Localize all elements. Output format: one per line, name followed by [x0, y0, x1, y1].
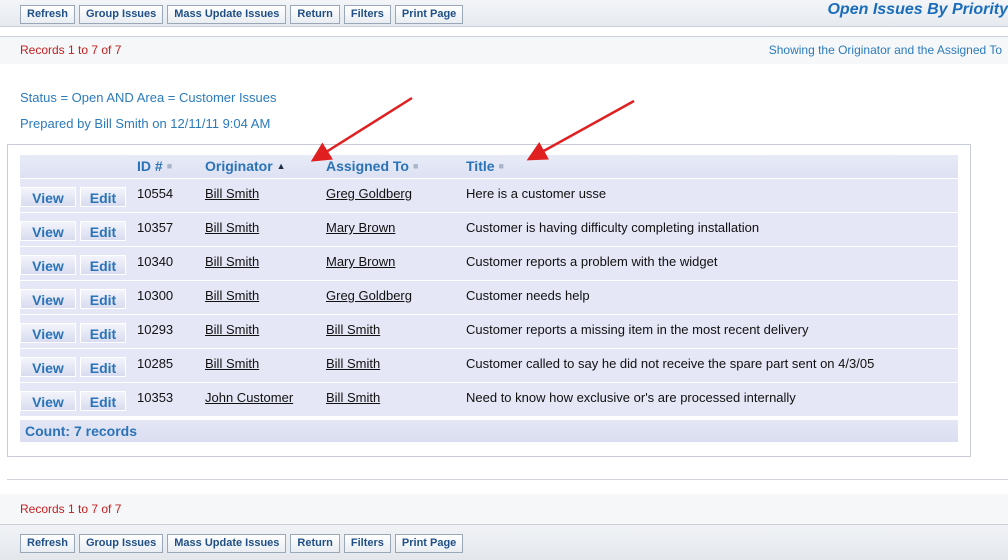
sort-neutral-icon[interactable]: ■	[499, 161, 504, 171]
table-row: View Edit 10285 Bill Smith Bill Smith Custome…	[20, 348, 958, 382]
issue-title: Customer is having difficulty completing…	[466, 220, 760, 235]
column-assigned-to-label: Assigned To	[326, 158, 409, 174]
edit-button[interactable]: Edit	[80, 255, 126, 275]
view-button[interactable]: View	[20, 357, 76, 377]
table-row: View Edit 10554 Bill Smith Greg Goldberg Here…	[20, 178, 958, 212]
bottom-button-row: Refresh Group Issues Mass Update Issues …	[20, 534, 464, 553]
assigned-to-link[interactable]: Mary Brown	[326, 220, 395, 235]
originator-link[interactable]: Bill Smith	[205, 288, 259, 303]
top-toolbar: Refresh Group Issues Mass Update Issues …	[0, 0, 1008, 27]
assigned-to-link[interactable]: Bill Smith	[326, 390, 380, 405]
issue-id: 10300	[137, 288, 174, 303]
print-page-button[interactable]: Print Page	[394, 5, 464, 24]
mass-update-issues-button[interactable]: Mass Update Issues	[167, 5, 287, 24]
view-button[interactable]: View	[20, 221, 76, 241]
sort-neutral-icon[interactable]: ■	[167, 161, 172, 171]
issue-title: Need to know how exclusive or's are proc…	[466, 390, 796, 405]
sort-neutral-icon[interactable]: ■	[413, 161, 418, 171]
group-issues-button[interactable]: Group Issues	[78, 534, 164, 553]
assigned-to-link[interactable]: Greg Goldberg	[326, 186, 412, 201]
filters-button[interactable]: Filters	[343, 534, 391, 553]
sort-ascending-icon[interactable]: ▲	[277, 161, 286, 171]
issues-table: ID # ■ Originator ▲ Assigned To ■ Title ■ Vi…	[20, 155, 958, 442]
bottom-toolbar: Refresh Group Issues Mass Update Issues …	[0, 524, 1008, 560]
issue-id: 10353	[137, 390, 174, 405]
view-button[interactable]: View	[20, 255, 76, 275]
group-issues-button[interactable]: Group Issues	[78, 5, 164, 24]
edit-button[interactable]: Edit	[80, 221, 126, 241]
edit-button[interactable]: Edit	[80, 391, 126, 411]
originator-link[interactable]: Bill Smith	[205, 356, 259, 371]
view-button[interactable]: View	[20, 391, 76, 411]
view-button[interactable]: View	[20, 323, 76, 343]
filter-criteria: Status = Open AND Area = Customer Issues	[20, 90, 277, 105]
table-header: ID # ■ Originator ▲ Assigned To ■ Title ■	[20, 155, 958, 178]
originator-link[interactable]: Bill Smith	[205, 322, 259, 337]
records-count-bottom: Records 1 to 7 of 7	[20, 502, 122, 516]
issue-title: Customer reports a missing item in the m…	[466, 322, 809, 337]
records-bar-bottom: Records 1 to 7 of 7	[0, 494, 1008, 524]
table-row: View Edit 10300 Bill Smith Greg Goldberg Cust…	[20, 280, 958, 314]
filters-button[interactable]: Filters	[343, 5, 391, 24]
table-row: View Edit 10357 Bill Smith Mary Brown Custome…	[20, 212, 958, 246]
top-button-row: Refresh Group Issues Mass Update Issues …	[20, 5, 464, 24]
issue-id: 10293	[137, 322, 174, 337]
refresh-button[interactable]: Refresh	[20, 534, 75, 553]
edit-button[interactable]: Edit	[80, 323, 126, 343]
assigned-to-link[interactable]: Bill Smith	[326, 356, 380, 371]
issue-title: Here is a customer usse	[466, 186, 607, 201]
assigned-to-link[interactable]: Bill Smith	[326, 322, 380, 337]
view-button[interactable]: View	[20, 289, 76, 309]
assigned-to-link[interactable]: Mary Brown	[326, 254, 395, 269]
section-divider	[7, 479, 1008, 480]
issue-title: Customer reports a problem with the widg…	[466, 254, 718, 269]
issue-id: 10285	[137, 356, 174, 371]
record-count: Count: 7 records	[25, 423, 138, 439]
originator-link[interactable]: John Customer	[205, 390, 293, 405]
issue-id: 10340	[137, 254, 174, 269]
column-originator[interactable]: Originator ▲	[205, 158, 286, 174]
table-footer: Count: 7 records	[20, 420, 958, 442]
edit-button[interactable]: Edit	[80, 187, 126, 207]
view-button[interactable]: View	[20, 187, 76, 207]
column-title-label: Title	[466, 158, 495, 174]
table-row: View Edit 10293 Bill Smith Bill Smith Custome…	[20, 314, 958, 348]
prepared-by: Prepared by Bill Smith on 12/11/11 9:04 …	[20, 116, 271, 131]
assigned-to-link[interactable]: Greg Goldberg	[326, 288, 412, 303]
edit-button[interactable]: Edit	[80, 289, 126, 309]
return-button[interactable]: Return	[290, 5, 340, 24]
column-title[interactable]: Title ■	[466, 158, 504, 174]
issue-title: Customer needs help	[466, 288, 590, 303]
issue-id: 10357	[137, 220, 174, 235]
table-row: View Edit 10353 John Customer Bill Smith Need…	[20, 382, 958, 416]
column-originator-label: Originator	[205, 158, 273, 174]
records-count-top: Records 1 to 7 of 7	[20, 43, 122, 57]
return-button[interactable]: Return	[290, 534, 340, 553]
records-bar-top: Records 1 to 7 of 7 Showing the Originat…	[0, 37, 1008, 64]
showing-description: Showing the Originator and the Assigned …	[768, 43, 1002, 57]
issue-id: 10554	[137, 186, 174, 201]
refresh-button[interactable]: Refresh	[20, 5, 75, 24]
page-title: Open Issues By Priority	[827, 1, 1008, 18]
originator-link[interactable]: Bill Smith	[205, 254, 259, 269]
table-row: View Edit 10340 Bill Smith Mary Brown Custome…	[20, 246, 958, 280]
print-page-button[interactable]: Print Page	[394, 534, 464, 553]
column-id-label: ID #	[137, 158, 163, 174]
mass-update-issues-button[interactable]: Mass Update Issues	[167, 534, 287, 553]
issue-title: Customer called to say he did not receiv…	[466, 356, 875, 371]
column-id[interactable]: ID # ■	[137, 158, 172, 174]
edit-button[interactable]: Edit	[80, 357, 126, 377]
column-assigned-to[interactable]: Assigned To ■	[326, 158, 418, 174]
originator-link[interactable]: Bill Smith	[205, 220, 259, 235]
originator-link[interactable]: Bill Smith	[205, 186, 259, 201]
